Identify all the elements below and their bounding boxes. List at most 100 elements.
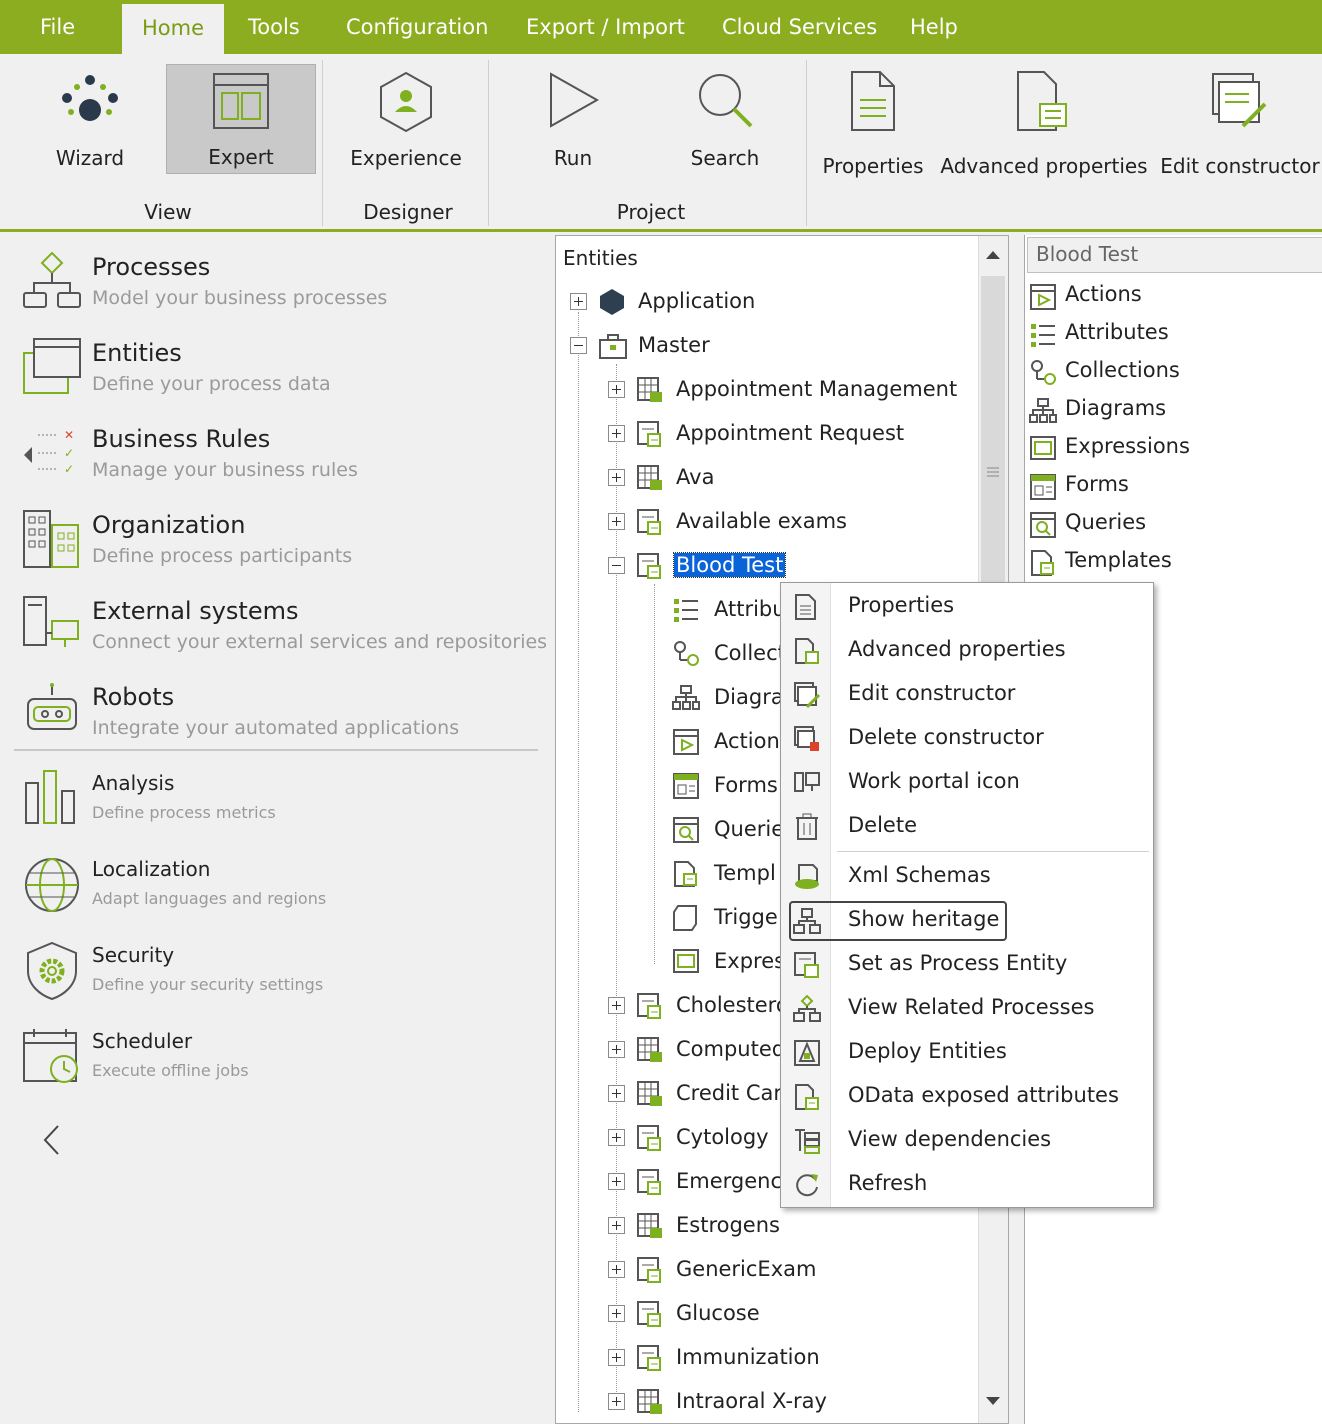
collapse-chevron-left-icon[interactable] [40, 1123, 64, 1157]
tree-node-queries[interactable]: Querie [644, 810, 784, 850]
experience-button[interactable]: Experience [336, 64, 476, 174]
nav-external-systems[interactable]: External systems Connect your external s… [18, 595, 548, 667]
expand-toggle[interactable] [608, 381, 625, 398]
scroll-up-arrow-icon[interactable] [985, 250, 1001, 260]
expand-toggle[interactable] [608, 513, 625, 530]
tree-node-entity[interactable]: Emergency [606, 1162, 782, 1202]
tree-node-entity[interactable]: GenericExam [606, 1250, 1006, 1290]
expand-toggle[interactable] [570, 293, 587, 310]
tree-node-templates[interactable]: Templ [644, 854, 784, 894]
collapse-toggle[interactable] [608, 557, 625, 574]
tree-node-entity[interactable]: Appointment Management [606, 370, 1006, 410]
properties-button[interactable]: Properties [818, 64, 928, 182]
context-item-label: Edit constructor [848, 681, 1016, 705]
nav-entities[interactable]: Entities Define your process data [18, 337, 548, 409]
expert-button[interactable]: Expert [166, 64, 316, 174]
expressions-icon [673, 949, 699, 973]
menu-tools[interactable]: Tools [248, 0, 300, 54]
context-view-dependencies[interactable]: View dependencies [781, 1119, 1153, 1163]
tree-node-entity[interactable]: Intraoral X-ray [606, 1382, 1006, 1422]
menu-file[interactable]: File [40, 0, 75, 54]
tree-node-attributes[interactable]: Attribu [644, 590, 784, 630]
tree-node-entity[interactable]: Glucose [606, 1294, 1006, 1334]
context-xml-schemas[interactable]: Xml Schemas [781, 855, 1153, 899]
diagram-icon [672, 685, 700, 710]
tree-node-entity[interactable]: Ava [606, 458, 1006, 498]
context-odata-exposed-attributes[interactable]: OData exposed attributes [781, 1075, 1153, 1119]
nav-robots[interactable]: Robots Integrate your automated applicat… [18, 681, 548, 753]
expand-toggle[interactable] [608, 1085, 625, 1102]
expand-toggle[interactable] [608, 425, 625, 442]
tree-node-entity[interactable]: Cholestero [606, 986, 782, 1026]
menu-export-import[interactable]: Export / Import [526, 0, 685, 54]
expand-toggle[interactable] [608, 1129, 625, 1146]
expand-toggle[interactable] [608, 1305, 625, 1322]
svg-text:✕: ✕ [64, 428, 74, 442]
nav-localization[interactable]: Localization Adapt languages and regions [18, 855, 548, 921]
context-deploy-entities[interactable]: Deploy Entities [781, 1031, 1153, 1075]
tree-node-entity[interactable]: Credit Car [606, 1074, 782, 1114]
tree-node-entity[interactable]: Immunization [606, 1338, 1006, 1378]
advanced-properties-button[interactable]: Advanced properties [936, 64, 1152, 182]
context-menu: Properties Advanced properties Edit cons… [780, 582, 1154, 1208]
context-view-related-processes[interactable]: View Related Processes [781, 987, 1153, 1031]
expand-toggle[interactable] [608, 1217, 625, 1234]
tree-node-forms[interactable]: Forms [644, 766, 784, 806]
group-project: Project [616, 200, 686, 224]
menu-cloud-services[interactable]: Cloud Services [722, 0, 877, 54]
nav-processes[interactable]: Processes Model your business processes [18, 251, 548, 323]
context-item-label: Show heritage [848, 907, 1000, 931]
tree-node-entity[interactable]: Estrogens [606, 1206, 1006, 1246]
menu-home[interactable]: Home [122, 4, 224, 54]
edit-constructor-button[interactable]: Edit constructor [1158, 64, 1322, 182]
tree-node-application[interactable]: Application [568, 282, 988, 322]
expand-toggle[interactable] [608, 1393, 625, 1410]
context-refresh[interactable]: Refresh [781, 1163, 1153, 1207]
tree-node-label: Cholestero [676, 993, 782, 1017]
tree-node-blood-test[interactable]: Blood Test [606, 546, 1006, 586]
nav-analysis[interactable]: Analysis Define process metrics [18, 769, 548, 835]
nav-organization-subtitle: Define process participants [92, 545, 353, 567]
tree-node-collections[interactable]: Collect [644, 634, 784, 674]
scroll-down-arrow-icon[interactable] [985, 1396, 1001, 1406]
menu-help[interactable]: Help [910, 0, 958, 54]
wizard-button[interactable]: Wizard [20, 64, 160, 174]
tree-node-entity[interactable]: Available exams [606, 502, 1006, 542]
tree-node-entity[interactable]: Computed [606, 1030, 782, 1070]
run-button[interactable]: Run [506, 64, 640, 174]
tree-node-label: GenericExam [676, 1257, 817, 1281]
context-delete-constructor[interactable]: Delete constructor [781, 717, 1153, 761]
nav-scheduler[interactable]: Scheduler Execute offline jobs [18, 1027, 548, 1093]
search-button[interactable]: Search [656, 64, 794, 174]
collapse-toggle[interactable] [570, 337, 587, 354]
nav-business-rules[interactable]: ✕ ✓ ✓ Business Rules Manage your busines… [18, 423, 548, 495]
menu-configuration[interactable]: Configuration [346, 0, 488, 54]
context-properties[interactable]: Properties [781, 585, 1153, 629]
tree-node-expressions[interactable]: Expres [644, 942, 784, 982]
tree-node-entity[interactable]: Appointment Request [606, 414, 1006, 454]
tree-node-triggers[interactable]: Trigge [644, 898, 784, 938]
tree-node-actions[interactable]: Action [644, 722, 784, 762]
expand-toggle[interactable] [608, 1349, 625, 1366]
context-work-portal-icon[interactable]: Work portal icon [781, 761, 1153, 805]
expand-toggle[interactable] [608, 997, 625, 1014]
context-edit-constructor[interactable]: Edit constructor [781, 673, 1153, 717]
expand-toggle[interactable] [608, 1041, 625, 1058]
nav-security[interactable]: Security Define your security settings [18, 941, 548, 1007]
context-delete[interactable]: Delete [781, 805, 1153, 849]
context-set-as-process-entity[interactable]: Set as Process Entity [781, 943, 1153, 987]
tree-node-master[interactable]: Master [568, 326, 988, 366]
expand-toggle[interactable] [608, 469, 625, 486]
entity-form-icon [637, 1345, 661, 1371]
tree-node-label: Collect [714, 641, 784, 665]
expand-toggle[interactable] [608, 1261, 625, 1278]
nav-organization[interactable]: Organization Define process participants [18, 509, 548, 581]
triggers-icon [673, 905, 697, 931]
context-advanced-properties[interactable]: Advanced properties [781, 629, 1153, 673]
tree-node-entity[interactable]: Cytology [606, 1118, 782, 1158]
entity-form-icon [637, 509, 661, 535]
expand-toggle[interactable] [608, 1173, 625, 1190]
context-separator [837, 851, 1149, 852]
tree-node-diagrams[interactable]: Diagra [644, 678, 784, 718]
context-show-heritage[interactable]: Show heritage [781, 899, 1153, 943]
